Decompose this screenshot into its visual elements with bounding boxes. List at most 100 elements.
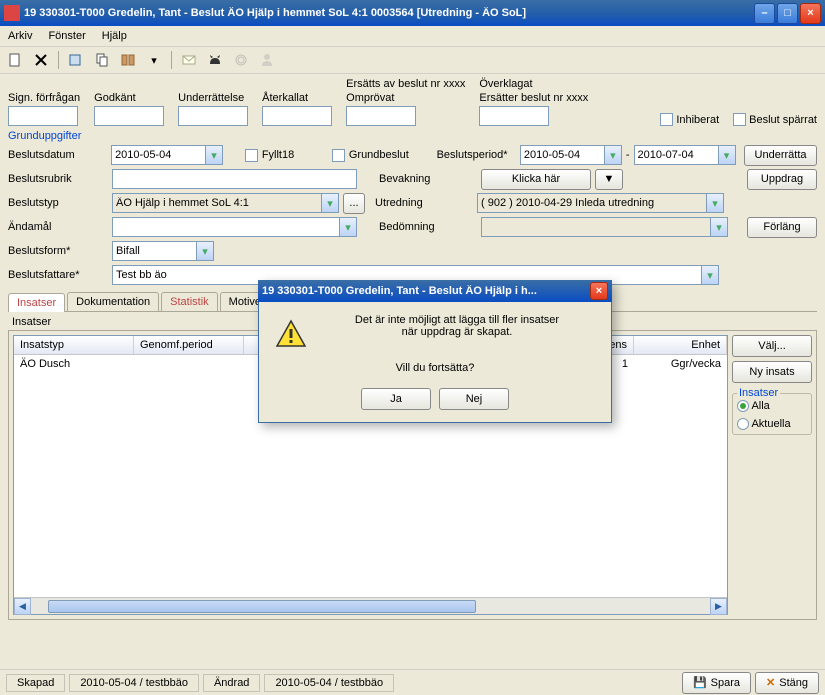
chevron-down-icon[interactable]: ▾ bbox=[711, 217, 728, 237]
ja-button[interactable]: Ja bbox=[361, 388, 431, 410]
bedomning-input[interactable] bbox=[481, 217, 711, 237]
sign-forfragan-input[interactable] bbox=[8, 106, 78, 126]
status-skapad-label: Skapad bbox=[6, 674, 65, 692]
godkant-input[interactable] bbox=[94, 106, 164, 126]
dropdown-icon[interactable]: ▾ bbox=[143, 49, 165, 71]
beslut-sparrat-checkbox[interactable] bbox=[733, 113, 746, 126]
chevron-down-icon[interactable]: ▾ bbox=[719, 145, 736, 165]
underratta-button[interactable]: Underrätta bbox=[744, 145, 818, 166]
radio-aktuella[interactable] bbox=[737, 418, 749, 430]
chevron-down-icon[interactable]: ▾ bbox=[206, 145, 223, 165]
preview-icon[interactable] bbox=[65, 49, 87, 71]
stang-button[interactable]: ✕Stäng bbox=[755, 672, 819, 694]
forlang-button[interactable]: Förläng bbox=[747, 217, 817, 238]
underrattelse-input[interactable] bbox=[178, 106, 248, 126]
person-icon[interactable] bbox=[256, 49, 278, 71]
menubar: Arkiv Fönster Hjälp bbox=[0, 26, 825, 47]
status-andrad-value: 2010-05-04 / testbbäo bbox=[264, 674, 394, 692]
menu-arkiv[interactable]: Arkiv bbox=[8, 30, 32, 42]
chevron-down-icon[interactable]: ▾ bbox=[197, 241, 214, 261]
label-beslutsrubrik: Beslutsrubrik bbox=[8, 173, 108, 185]
close-button[interactable]: × bbox=[800, 3, 821, 24]
beslutsform-input[interactable] bbox=[112, 241, 197, 261]
mail-icon[interactable] bbox=[178, 49, 200, 71]
aterkallat-input[interactable] bbox=[262, 106, 332, 126]
label-ersatts-av: Ersätts av beslut nr xxxx bbox=[346, 78, 465, 90]
th-insatstyp[interactable]: Insatstyp bbox=[14, 336, 134, 354]
label-beslutsperiod: Beslutsperiod* bbox=[437, 149, 516, 161]
valj-button[interactable]: Välj... bbox=[732, 335, 812, 357]
th-genomf[interactable]: Genomf.period bbox=[134, 336, 244, 354]
chevron-down-icon[interactable]: ▾ bbox=[707, 193, 724, 213]
scroll-left-icon[interactable]: ◀ bbox=[14, 598, 31, 615]
fyllt18-checkbox[interactable] bbox=[245, 149, 258, 162]
menu-fonster[interactable]: Fönster bbox=[48, 30, 85, 42]
close-icon: ✕ bbox=[766, 676, 775, 689]
dialog-close-button[interactable]: × bbox=[590, 282, 608, 300]
label-overklagat: Överklagat bbox=[479, 78, 588, 90]
cell-enhet: Ggr/vecka bbox=[634, 357, 727, 371]
window-title: 19 330301-T000 Gredelin, Tant - Beslut Ä… bbox=[24, 7, 754, 19]
statusbar: Skapad 2010-05-04 / testbbäo Ändrad 2010… bbox=[0, 669, 825, 695]
beslutstyp-browse-button[interactable]: ... bbox=[343, 193, 365, 214]
beslutsrubrik-input[interactable] bbox=[112, 169, 357, 189]
insatser-filter-group: Insatser Alla Aktuella bbox=[732, 393, 812, 435]
label-omprovat: Omprövat bbox=[346, 92, 465, 104]
grunduppgifter-label: Grunduppgifter bbox=[8, 130, 817, 142]
grundbeslut-checkbox[interactable] bbox=[332, 149, 345, 162]
book-icon[interactable] bbox=[117, 49, 139, 71]
window-titlebar: 19 330301-T000 Gredelin, Tant - Beslut Ä… bbox=[0, 0, 825, 26]
radio-alla[interactable] bbox=[737, 400, 749, 412]
omprovat-input[interactable] bbox=[346, 106, 416, 126]
ny-insats-button[interactable]: Ny insats bbox=[732, 361, 812, 383]
beslutsperiod-to-input[interactable] bbox=[634, 145, 719, 165]
status-andrad-label: Ändrad bbox=[203, 674, 260, 692]
chevron-down-icon[interactable]: ▾ bbox=[340, 217, 357, 237]
label-utredning: Utredning bbox=[375, 197, 455, 209]
label-beslutsdatum: Beslutsdatum bbox=[8, 149, 107, 161]
label-alla: Alla bbox=[751, 400, 769, 412]
new-icon[interactable] bbox=[4, 49, 26, 71]
delete-icon[interactable] bbox=[30, 49, 52, 71]
dialog-title: 19 330301-T000 Gredelin, Tant - Beslut Ä… bbox=[262, 285, 590, 297]
cell-insatstyp: ÄO Dusch bbox=[14, 357, 134, 371]
bevakning-button[interactable]: Klicka här bbox=[481, 169, 591, 190]
utredning-input[interactable] bbox=[477, 193, 707, 213]
overklagat-input[interactable] bbox=[479, 106, 549, 126]
insatser-group-title: Insatser bbox=[737, 387, 780, 399]
chevron-down-icon[interactable]: ▾ bbox=[702, 265, 719, 285]
toolbar: ▾ bbox=[0, 47, 825, 74]
inhiberat-checkbox[interactable] bbox=[660, 113, 673, 126]
label-godkant: Godkänt bbox=[94, 92, 164, 104]
dialog-line2: när uppdrag är skapat. bbox=[271, 326, 599, 338]
bevakning-dropdown-button[interactable]: ▼ bbox=[595, 169, 623, 190]
label-fyllt18: Fyllt18 bbox=[262, 149, 294, 161]
menu-hjalp[interactable]: Hjälp bbox=[102, 30, 127, 42]
beslutstyp-input[interactable] bbox=[112, 193, 322, 213]
chevron-down-icon[interactable]: ▾ bbox=[322, 193, 339, 213]
chevron-down-icon[interactable]: ▾ bbox=[605, 145, 622, 165]
confirm-dialog: 19 330301-T000 Gredelin, Tant - Beslut Ä… bbox=[258, 280, 612, 423]
tab-dokumentation[interactable]: Dokumentation bbox=[67, 292, 159, 311]
label-sign-forfragan: Sign. förfrågan bbox=[8, 92, 80, 104]
tab-statistik[interactable]: Statistik bbox=[161, 292, 218, 311]
cat-icon[interactable] bbox=[204, 49, 226, 71]
spara-button[interactable]: 💾Spara bbox=[682, 672, 751, 694]
beslutsdatum-input[interactable] bbox=[111, 145, 206, 165]
fingerprint-icon[interactable] bbox=[230, 49, 252, 71]
beslutsperiod-from-input[interactable] bbox=[520, 145, 605, 165]
label-ersatter: Ersätter beslut nr xxxx bbox=[479, 92, 588, 104]
horizontal-scrollbar[interactable]: ◀ ▶ bbox=[14, 597, 727, 614]
minimize-button[interactable]: – bbox=[754, 3, 775, 24]
tab-insatser[interactable]: Insatser bbox=[8, 293, 65, 312]
nej-button[interactable]: Nej bbox=[439, 388, 509, 410]
th-enhet[interactable]: Enhet bbox=[634, 336, 727, 354]
label-beslutsform: Beslutsform* bbox=[8, 245, 108, 257]
separator bbox=[58, 51, 59, 69]
copy-icon[interactable] bbox=[91, 49, 113, 71]
andamal-input[interactable] bbox=[112, 217, 340, 237]
maximize-button[interactable]: □ bbox=[777, 3, 798, 24]
scroll-thumb[interactable] bbox=[48, 600, 476, 613]
uppdrag-button[interactable]: Uppdrag bbox=[747, 169, 817, 190]
scroll-right-icon[interactable]: ▶ bbox=[710, 598, 727, 615]
